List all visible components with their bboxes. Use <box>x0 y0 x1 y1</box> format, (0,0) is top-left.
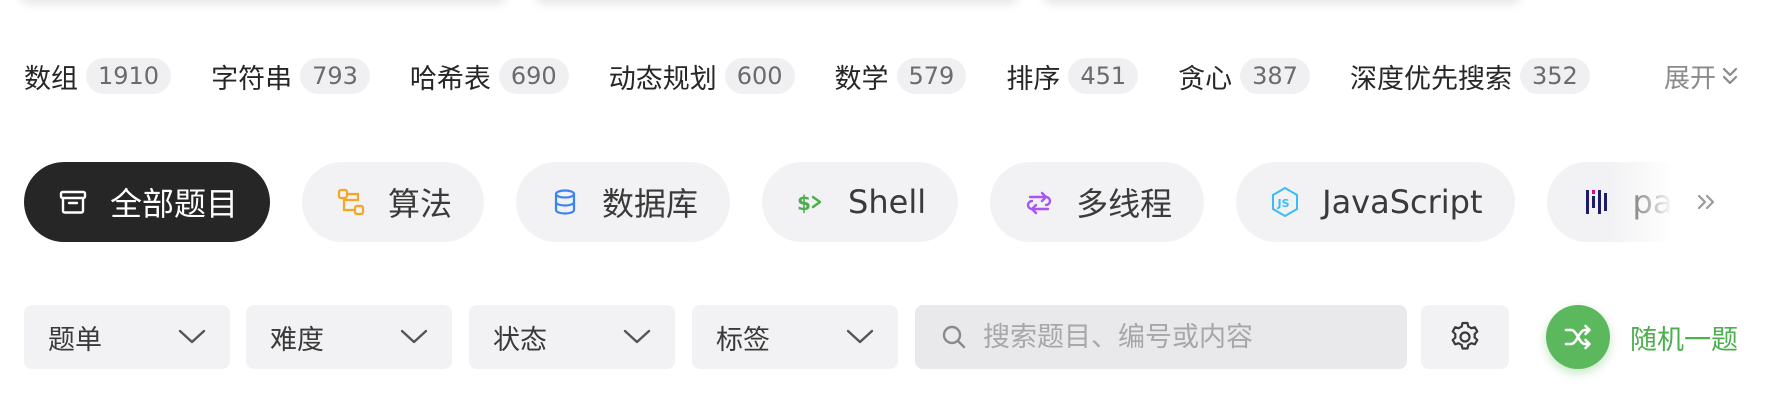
list-dropdown[interactable]: 题单 <box>24 305 230 369</box>
shell-icon: $ <box>794 185 828 219</box>
dropdown-label: 状态 <box>493 324 547 356</box>
category-label: 算法 <box>388 185 453 223</box>
status-dropdown[interactable]: 状态 <box>469 305 675 369</box>
category-label: 多线程 <box>1076 185 1173 223</box>
search-input[interactable] <box>983 321 1381 353</box>
tag-dfs[interactable]: 深度优先搜索 352 <box>1350 57 1590 96</box>
tag-hash-table[interactable]: 哈希表 690 <box>410 57 569 96</box>
tag-name: 哈希表 <box>409 63 491 95</box>
tag-name: 数学 <box>834 63 889 95</box>
database-icon <box>548 185 582 219</box>
tag-count: 690 <box>498 58 569 94</box>
expand-label: 展开 <box>1663 63 1716 94</box>
tag-count: 600 <box>724 58 795 94</box>
difficulty-dropdown[interactable]: 难度 <box>246 305 452 369</box>
tag-name: 字符串 <box>211 63 293 95</box>
inbox-icon <box>56 185 90 219</box>
category-label: 数据库 <box>602 185 699 223</box>
flow-icon <box>334 185 368 219</box>
tag-name: 动态规划 <box>608 63 717 95</box>
tag-name: 贪心 <box>1178 63 1233 95</box>
filter-row: 题单 难度 状态 标签 搜索题目、编号或内容 随机一题 <box>24 305 1764 369</box>
category-row: 全部题目 算法 数据库 $ Shell 多线程 JS JavaScript <box>24 162 1684 242</box>
tag-count: 1910 <box>86 58 172 94</box>
tag-count: 451 <box>1068 58 1139 94</box>
gear-icon <box>1451 321 1479 350</box>
random-question-button[interactable]: 随机一题 <box>1546 305 1738 369</box>
chevron-down-icon <box>846 329 874 344</box>
tag-count: 579 <box>896 58 967 94</box>
js-icon: JS <box>1268 185 1302 219</box>
svg-text:JS: JS <box>1277 197 1290 210</box>
category-label: Shell <box>848 183 927 221</box>
category-label: JavaScript <box>1322 183 1483 221</box>
tag-dynamic-programming[interactable]: 动态规划 600 <box>609 57 795 96</box>
shuffle-button[interactable] <box>1546 305 1610 369</box>
tags-dropdown[interactable]: 标签 <box>692 305 898 369</box>
category-shell[interactable]: $ Shell <box>762 162 959 242</box>
tag-name: 数组 <box>24 63 78 95</box>
tag-greedy[interactable]: 贪心 387 <box>1178 57 1310 96</box>
expand-tags-button[interactable]: 展开 <box>1664 54 1740 98</box>
random-label: 随机一题 <box>1630 324 1738 356</box>
dropdown-label: 题单 <box>48 324 102 356</box>
chevron-down-icon <box>400 329 428 344</box>
tag-count: 352 <box>1519 58 1590 94</box>
tag-array[interactable]: 数组 1910 <box>24 57 172 96</box>
tag-sorting[interactable]: 排序 451 <box>1006 57 1139 96</box>
category-label: 全部题目 <box>110 185 239 223</box>
category-javascript[interactable]: JS JavaScript <box>1236 162 1515 242</box>
chevron-down-icon <box>178 329 206 344</box>
scroll-right-button[interactable] <box>1686 182 1726 222</box>
dropdown-label: 难度 <box>270 324 324 356</box>
tag-count: 793 <box>300 58 370 94</box>
chevron-double-right-icon <box>1697 194 1715 210</box>
tag-name: 排序 <box>1006 63 1061 95</box>
category-all[interactable]: 全部题目 <box>24 162 271 242</box>
category-algorithms[interactable]: 算法 <box>302 162 485 242</box>
search-icon <box>942 325 966 349</box>
shuffle-icon <box>1564 324 1591 350</box>
tag-count: 387 <box>1240 58 1310 94</box>
tag-string[interactable]: 字符串 793 <box>211 57 370 96</box>
pandas-icon <box>1579 185 1613 219</box>
search-box <box>915 305 1407 369</box>
dropdown-label: 标签 <box>716 324 770 356</box>
chevron-down-icon <box>623 329 651 344</box>
category-concurrency[interactable]: 多线程 <box>990 162 1205 242</box>
tag-math[interactable]: 数学 579 <box>835 57 967 96</box>
chevron-double-down-icon <box>1722 67 1738 85</box>
threads-icon <box>1022 185 1056 219</box>
tag-row: 数组 1910 字符串 793 哈希表 690 动态规划 600 数学 579 … <box>24 54 1740 98</box>
category-database[interactable]: 数据库 <box>516 162 731 242</box>
tag-name: 深度优先搜索 <box>1349 63 1512 95</box>
svg-text:$: $ <box>797 191 811 215</box>
settings-button[interactable] <box>1421 305 1509 369</box>
